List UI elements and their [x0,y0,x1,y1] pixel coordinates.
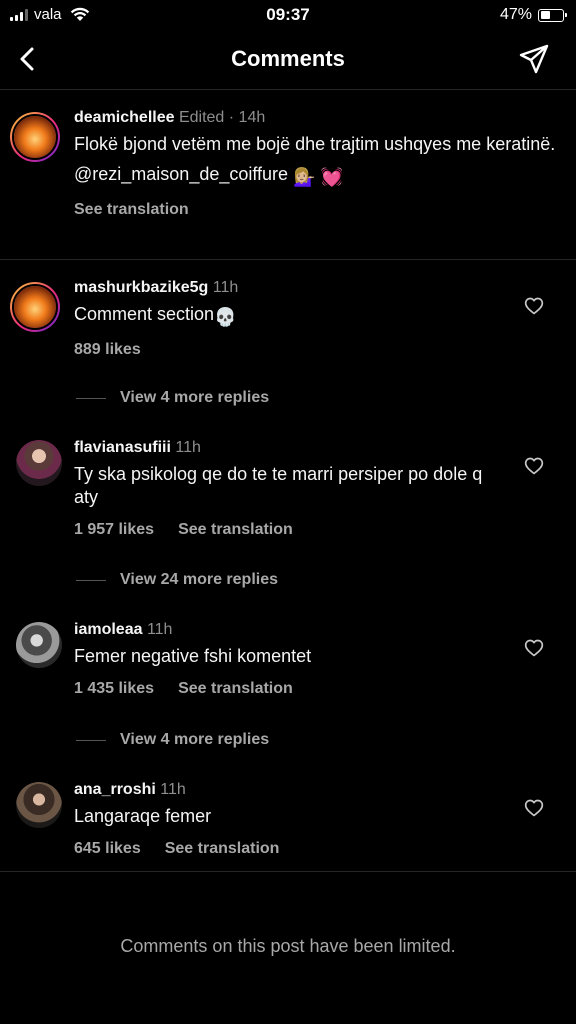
comment-username[interactable]: mashurkbazike5g [74,279,208,296]
see-translation-link[interactable]: See translation [178,680,293,698]
see-translation-link[interactable]: See translation [74,201,556,219]
view-replies-button[interactable]: View 4 more replies [76,389,269,407]
header-divider [0,89,576,90]
status-bar: vala 09:37 47% [0,0,576,30]
avatar[interactable] [16,782,62,828]
view-replies-label: View 24 more replies [120,571,279,588]
comment-text: Ty ska psikolog qe do te te marri persip… [74,464,483,507]
status-time: 09:37 [266,5,310,24]
battery-icon [538,8,567,22]
view-replies-label: View 4 more replies [120,731,270,748]
avatar[interactable] [10,282,60,332]
comment-username[interactable]: ana_rroshi [74,781,156,798]
heart-icon[interactable] [524,456,544,476]
caption-mention[interactable]: @rezi_maison_de_coiffure [74,164,288,184]
battery-percent: 47% [499,6,532,23]
battery-level [540,11,551,19]
caption-username[interactable]: deamichellee [74,109,175,126]
comment-time: 11h [175,439,201,456]
see-translation-link[interactable]: See translation [178,521,293,539]
heart-icon[interactable] [524,798,544,818]
list-end-divider [0,871,576,872]
paper-plane-icon[interactable] [518,43,550,75]
likes-count[interactable]: 645 likes [74,840,141,858]
heart-icon[interactable] [524,296,544,316]
caption-text: Flokë bjond vetëm me bojë dhe trajtim us… [74,134,556,154]
avatar[interactable] [16,440,62,486]
caption-divider [0,259,576,260]
comment-text-line: Comment section💀 [74,303,506,329]
likes-count[interactable]: 1 957 likes [74,521,154,539]
comment-time: 11h [160,781,186,798]
caption-mention-line: @rezi_maison_de_coiffure 💁🏼‍♀️ 💓 [74,163,556,189]
page-title: Comments [231,46,345,71]
comments-limited-notice: Comments on this post have been limited. [120,936,456,956]
comment-text: Femer negative fshi komentet [74,646,312,666]
caption-emojis: 💁🏼‍♀️ 💓 [293,167,343,187]
comment-username[interactable]: iamoleaa [74,621,142,638]
comments-screen: vala 09:37 47% Comments deamichellee Edi… [0,0,576,1024]
comment-username[interactable]: flavianasufiii [74,439,171,456]
comment-text: Langaraqe femer [74,806,212,826]
skull-emoji: 💀 [214,307,237,327]
status-right: 47% [499,6,567,24]
caption-meta: Edited · 14h [178,109,266,126]
avatar[interactable] [10,112,60,162]
comment-time: 11h [212,279,239,296]
see-translation-link[interactable]: See translation [165,840,280,858]
avatar[interactable] [16,622,62,668]
likes-count[interactable]: 889 likes [74,341,141,359]
likes-count[interactable]: 1 435 likes [74,680,154,698]
header: Comments [0,36,576,82]
view-replies-label: View 4 more replies [120,389,270,406]
heart-icon[interactable] [524,638,544,658]
view-replies-button[interactable]: View 4 more replies [76,731,269,749]
comment-time: 11h [146,621,173,638]
view-replies-button[interactable]: View 24 more replies [76,571,278,589]
comment-text: Comment section [74,304,215,324]
